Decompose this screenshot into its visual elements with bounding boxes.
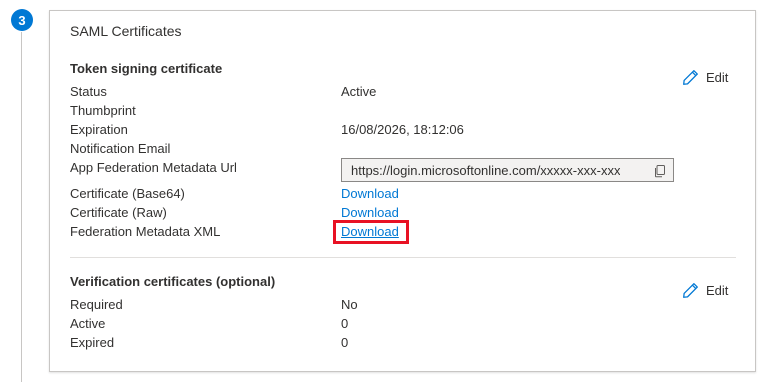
metadata-url-field[interactable]: https://login.microsoftonline.com/xxxxx-…	[341, 158, 674, 182]
certificate-base64-label: Certificate (Base64)	[70, 186, 185, 201]
certificate-raw-label: Certificate (Raw)	[70, 205, 167, 220]
notification-email-label: Notification Email	[70, 141, 171, 156]
thumbprint-label: Thumbprint	[70, 103, 136, 118]
highlight-annotation-box	[333, 220, 409, 244]
expiration-value: 16/08/2026, 18:12:06	[341, 122, 464, 137]
card-title: SAML Certificates	[70, 23, 182, 39]
certificate-base64-download-link[interactable]: Download	[341, 186, 399, 201]
active-label: Active	[70, 316, 106, 331]
status-value: Active	[341, 84, 377, 99]
step-number-badge: 3	[11, 9, 33, 31]
saml-certificates-card: SAML Certificates Token signing certific…	[49, 10, 756, 372]
certificate-raw-download-link[interactable]: Download	[341, 205, 399, 220]
verification-heading: Verification certificates (optional)	[70, 274, 276, 289]
step-connector-line	[21, 32, 22, 382]
expiration-label: Expiration	[70, 122, 128, 137]
active-value: 0	[341, 316, 349, 331]
edit-label: Edit	[706, 70, 729, 85]
pencil-icon	[683, 283, 698, 298]
required-label: Required	[70, 297, 123, 312]
pencil-icon	[683, 70, 698, 85]
section-divider	[70, 257, 736, 258]
required-value: No	[341, 297, 358, 312]
verification-edit-button[interactable]: Edit	[682, 282, 728, 299]
metadata-url-label: App Federation Metadata Url	[70, 160, 237, 175]
metadata-url-value[interactable]: https://login.microsoftonline.com/xxxxx-…	[351, 163, 620, 178]
expired-label: Expired	[70, 335, 115, 350]
federation-metadata-xml-label: Federation Metadata XML	[70, 224, 221, 239]
token-signing-heading: Token signing certificate	[70, 61, 223, 76]
expired-value: 0	[341, 335, 349, 350]
token-signing-edit-button[interactable]: Edit	[682, 69, 728, 86]
status-label: Status	[70, 84, 107, 99]
edit-label: Edit	[706, 283, 729, 298]
copy-icon[interactable]	[653, 164, 667, 178]
